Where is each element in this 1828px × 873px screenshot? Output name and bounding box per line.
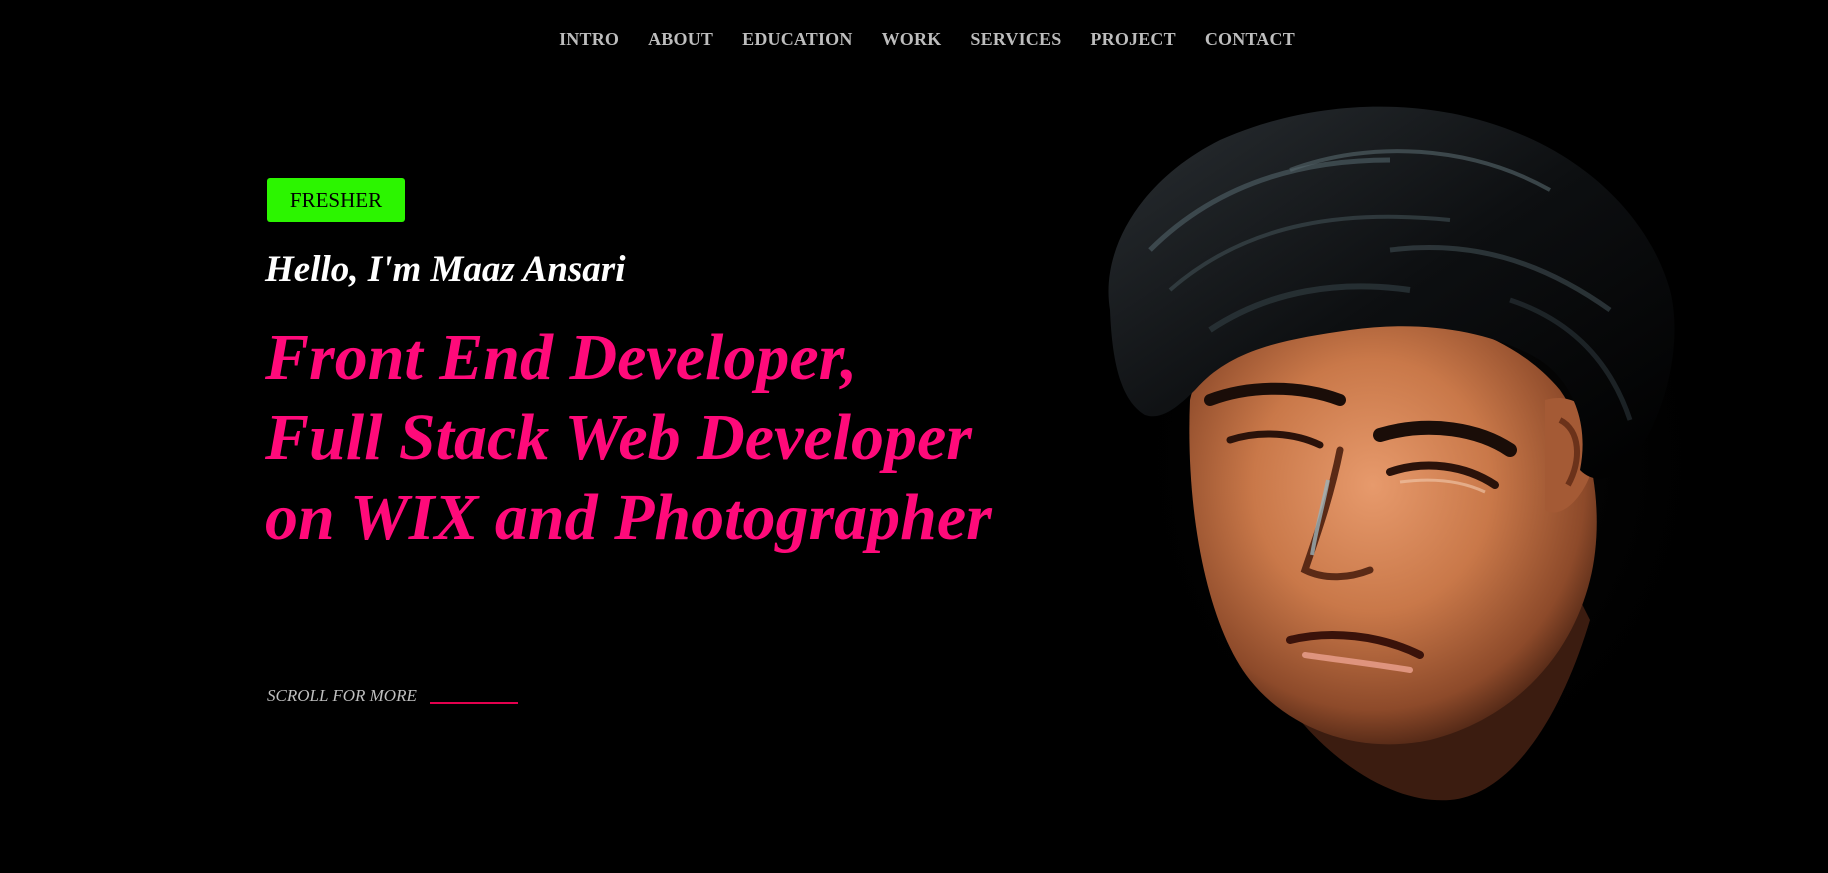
role-line-1: Front End Developer,: [265, 321, 858, 394]
scroll-text: SCROLL FOR MORE: [267, 686, 417, 705]
page: INTRO ABOUT EDUCATION WORK SERVICES PROJ…: [0, 0, 1828, 873]
hero-roles: Front End Developer, Full Stack Web Deve…: [265, 318, 992, 558]
nav-about[interactable]: ABOUT: [648, 28, 713, 50]
scroll-line: [429, 702, 518, 704]
nav-project[interactable]: PROJECT: [1090, 28, 1175, 50]
nav-education[interactable]: EDUCATION: [742, 28, 852, 50]
nav-intro[interactable]: INTRO: [559, 28, 619, 50]
role-line-2: Full Stack Web Developer: [265, 401, 972, 474]
nav-services[interactable]: SERVICES: [970, 28, 1061, 50]
portrait-illustration: [1100, 100, 1730, 820]
main-nav: INTRO ABOUT EDUCATION WORK SERVICES PROJ…: [0, 28, 1828, 50]
nav-contact[interactable]: CONTACT: [1205, 28, 1295, 50]
fresher-badge: FRESHER: [267, 178, 405, 222]
hero-greeting: Hello, I'm Maaz Ansari: [265, 249, 626, 290]
nav-work[interactable]: WORK: [882, 28, 942, 50]
role-line-3: on WIX and Photographer: [265, 481, 992, 554]
nav-items: INTRO ABOUT EDUCATION WORK SERVICES PROJ…: [559, 28, 1295, 50]
scroll-indicator[interactable]: SCROLL FOR MORE: [267, 685, 518, 707]
